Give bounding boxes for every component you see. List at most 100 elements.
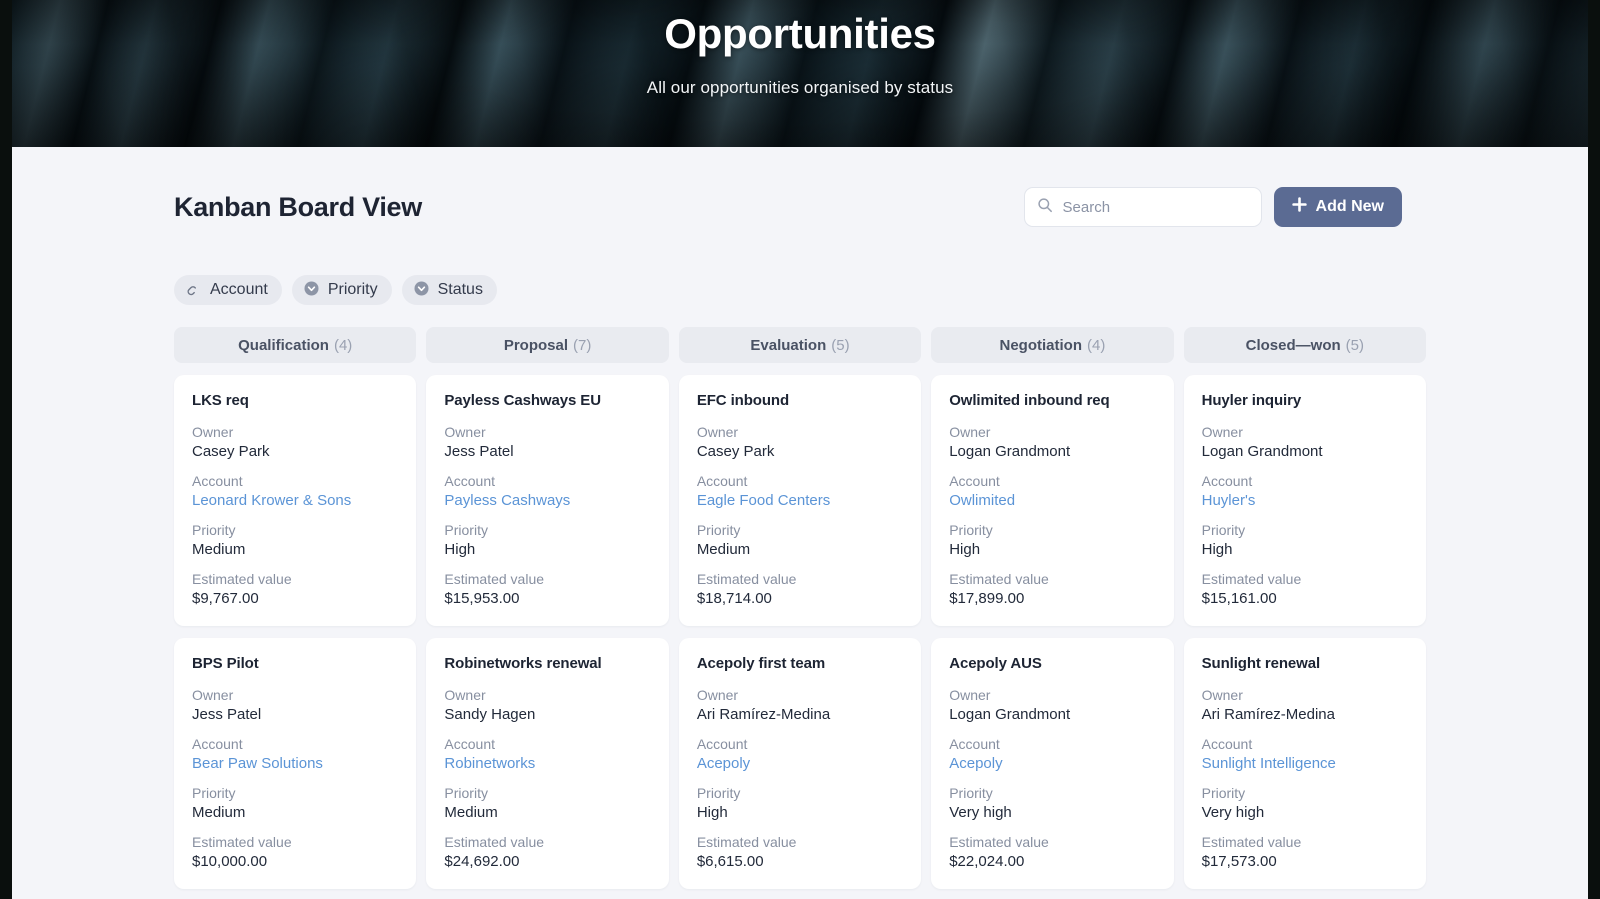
board-column-evaluation: Evaluation (5) EFC inbound Owner Casey Park A…: [678, 327, 922, 899]
card-field-value-account[interactable]: Bear Paw Solutions: [192, 755, 398, 772]
card-field-priority: Priority High: [444, 522, 650, 558]
card-field-priority: Priority Very high: [949, 785, 1155, 821]
card-field-value-priority: Very high: [1201, 804, 1265, 821]
card-field-estimated-value: Estimated value $22,024.00: [949, 834, 1155, 870]
card-field-value-account[interactable]: Leonard Krower & Sons: [192, 492, 398, 509]
card-field-value-account[interactable]: Owlimited: [949, 492, 1155, 509]
search-input[interactable]: [1062, 198, 1249, 216]
card-field-priority: Priority High: [697, 785, 903, 821]
card-field-value-owner: Ari Ramírez-Medina: [696, 706, 831, 723]
column-header[interactable]: Evaluation (5): [678, 327, 922, 363]
card-field-value-owner: Logan Grandmont: [949, 443, 1071, 460]
hero-text-block: Opportunities All our opportunities orga…: [12, 0, 1588, 98]
opportunity-card[interactable]: BPS Pilot Owner Jess Patel Account Bear Paw …: [174, 638, 417, 889]
card-field-label-priority: Priority: [696, 522, 741, 538]
card-field-value-account[interactable]: Acepoly: [697, 755, 903, 772]
opportunity-card[interactable]: Robinetworks renewal Owner Sandy Hagen Acco…: [426, 638, 669, 889]
opportunity-card[interactable]: Sunlight renewal Owner Ari Ramírez-Medina A…: [1183, 638, 1427, 889]
card-field-label-owner: Owner: [192, 687, 234, 703]
card-field-estimated-value: Estimated value $15,161.00: [1202, 571, 1408, 607]
card-field-label-account: Account: [696, 473, 748, 489]
opportunity-card[interactable]: Huyler inquiry Owner Logan Grandmont Accoun…: [1183, 375, 1427, 626]
card-field-value-estimated-value: $6,615.00: [696, 853, 764, 870]
card-field-label-estimated-value: Estimated value: [949, 571, 1049, 587]
card-field-value-estimated-value: $15,161.00: [1201, 590, 1277, 607]
card-field-label-priority: Priority: [444, 785, 488, 801]
card-field-value-account[interactable]: Payless Cashways: [444, 492, 650, 509]
card-field-label-account: Account: [696, 736, 748, 752]
card-field-label-account: Account: [1201, 473, 1253, 489]
opportunity-card[interactable]: Payless Cashways EU Owner Jess Patel Accoun…: [426, 375, 669, 626]
card-field-value-account[interactable]: Acepoly: [949, 755, 1155, 772]
card-field-value-priority: Medium: [192, 541, 246, 558]
card-field-value-owner: Logan Grandmont: [1201, 443, 1323, 460]
card-field-account: Account Leonard Krower & Sons: [192, 473, 398, 509]
column-header[interactable]: Negotiation (4): [931, 327, 1174, 363]
card-field-value-account[interactable]: Eagle Food Centers: [697, 492, 903, 509]
card-field-label-owner: Owner: [696, 687, 739, 703]
filter-pill-account-label: Account: [210, 281, 268, 298]
card-field-value-owner: Casey Park: [192, 443, 270, 460]
card-field-value-owner: Logan Grandmont: [949, 706, 1071, 723]
card-field-label-account: Account: [192, 473, 243, 489]
card-field-value-priority: Medium: [192, 804, 246, 821]
card-field-value-owner: Jess Patel: [192, 706, 262, 723]
column-header[interactable]: Qualification (4): [174, 327, 417, 363]
card-field-value-priority: High: [1201, 541, 1233, 558]
card-field-estimated-value: Estimated value $6,615.00: [697, 834, 903, 870]
card-title: BPS Pilot: [192, 655, 259, 672]
app-frame: Opportunities All our opportunities orga…: [12, 0, 1588, 899]
page-title: Kanban Board View: [174, 191, 422, 222]
card-field-label-owner: Owner: [696, 424, 739, 440]
card-field-priority: Priority Medium: [444, 785, 650, 821]
card-field-owner: Owner Jess Patel: [444, 424, 650, 460]
opportunity-card[interactable]: EFC inbound Owner Casey Park Account Eagle F…: [678, 375, 922, 626]
card-field-label-estimated-value: Estimated value: [444, 834, 545, 850]
card-title: Sunlight renewal: [1201, 655, 1321, 672]
card-field-value-account[interactable]: Huyler's: [1202, 492, 1408, 509]
filter-pill-priority[interactable]: Priority: [291, 275, 392, 305]
card-field-estimated-value: Estimated value $18,714.00: [697, 571, 903, 607]
opportunity-card[interactable]: Acepoly AUS Owner Logan Grandmont Account Ac…: [931, 638, 1174, 889]
card-field-label-account: Account: [192, 736, 243, 752]
card-field-owner: Owner Casey Park: [697, 424, 903, 460]
filter-pill-priority-label: Priority: [327, 281, 378, 298]
card-title: Owlimited inbound req: [949, 392, 1110, 409]
board-column-proposal: Proposal (7) Payless Cashways EU Owner Jess …: [426, 327, 669, 899]
card-field-label-account: Account: [444, 473, 495, 489]
card-field-value-account[interactable]: Sunlight Intelligence: [1202, 755, 1408, 772]
search-box[interactable]: [1023, 187, 1262, 227]
card-field-label-priority: Priority: [949, 785, 993, 801]
filter-bar: Account Priority Status: [12, 227, 1588, 305]
card-field-label-priority: Priority: [444, 522, 488, 538]
column-header[interactable]: Proposal (7): [426, 327, 669, 363]
card-field-label-owner: Owner: [192, 424, 234, 440]
card-field-label-owner: Owner: [1201, 687, 1243, 703]
add-new-button[interactable]: Add New: [1273, 187, 1402, 227]
toolbar-actions: Add New: [1023, 187, 1402, 227]
filter-pill-status[interactable]: Status: [401, 275, 497, 305]
card-field-estimated-value: Estimated value $9,767.00: [192, 571, 398, 607]
opportunity-card[interactable]: Owlimited inbound req Owner Logan Grandmon…: [931, 375, 1174, 626]
card-field-owner: Owner Ari Ramírez-Medina: [1202, 687, 1408, 723]
card-field-value-account[interactable]: Robinetworks: [444, 755, 650, 772]
column-header-count: (4): [333, 336, 353, 354]
card-field-label-priority: Priority: [192, 522, 236, 538]
card-field-label-account: Account: [1201, 736, 1253, 752]
card-field-priority: Priority Very high: [1202, 785, 1408, 821]
card-field-account: Account Eagle Food Centers: [697, 473, 903, 509]
opportunity-card[interactable]: LKS req Owner Casey Park Account Leonard Kro…: [174, 375, 417, 626]
card-title: Payless Cashways EU: [444, 392, 601, 409]
add-new-label: Add New: [1315, 198, 1384, 215]
card-field-estimated-value: Estimated value $17,899.00: [949, 571, 1155, 607]
card-field-estimated-value: Estimated value $24,692.00: [444, 834, 650, 870]
column-header[interactable]: Closed—won (5): [1183, 327, 1427, 363]
card-field-value-owner: Jess Patel: [444, 443, 514, 460]
card-field-label-estimated-value: Estimated value: [192, 571, 292, 587]
card-field-value-priority: High: [949, 541, 981, 558]
card-field-account: Account Huyler's: [1202, 473, 1408, 509]
board-column-closed-won: Closed—won (5) Huyler inquiry Owner Logan Gr…: [1183, 327, 1427, 899]
card-field-owner: Owner Logan Grandmont: [949, 424, 1155, 460]
opportunity-card[interactable]: Acepoly first team Owner Ari Ramírez-Medin…: [678, 638, 922, 889]
filter-pill-account[interactable]: Account: [174, 275, 282, 305]
